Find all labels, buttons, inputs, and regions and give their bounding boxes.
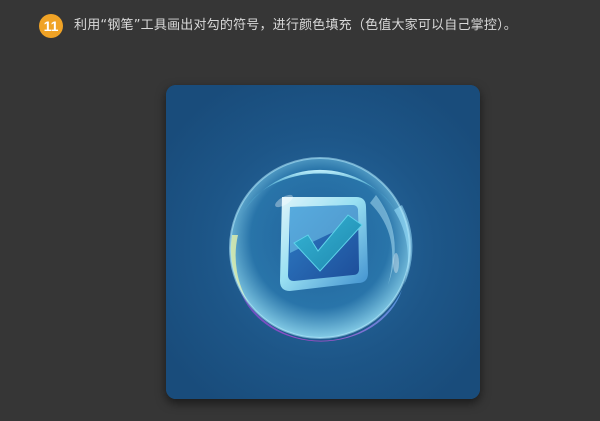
step-instruction: 利用“钢笔”工具画出对勾的符号，进行颜色填充（色值大家可以自己掌控）。 (74, 18, 517, 33)
tutorial-page: 11 利用“钢笔”工具画出对勾的符号，进行颜色填充（色值大家可以自己掌控）。 (0, 0, 600, 421)
step-number-badge: 11 (39, 14, 63, 38)
glass-bubble-checkmark-icon (166, 85, 480, 399)
artwork-canvas (166, 85, 480, 399)
step-header: 11 利用“钢笔”工具画出对勾的符号，进行颜色填充（色值大家可以自己掌控）。 (39, 14, 517, 38)
